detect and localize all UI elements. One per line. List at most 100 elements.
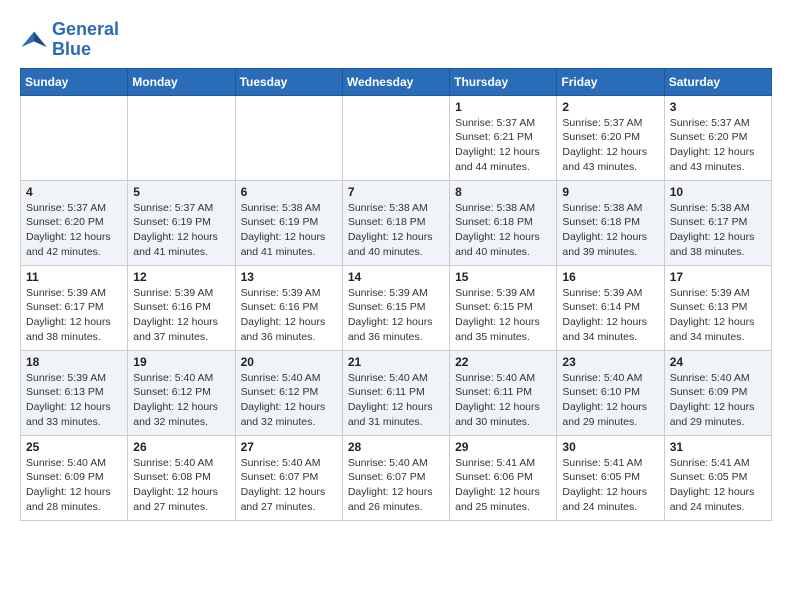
day-number: 16 bbox=[562, 270, 658, 284]
calendar-body: 1Sunrise: 5:37 AM Sunset: 6:21 PM Daylig… bbox=[21, 95, 772, 520]
day-number: 9 bbox=[562, 185, 658, 199]
day-number: 27 bbox=[241, 440, 337, 454]
calendar-cell: 15 Sunrise: 5:39 AM Sunset: 6:15 PM Dayli… bbox=[450, 265, 557, 350]
day-number: 24 bbox=[670, 355, 766, 369]
calendar-cell bbox=[235, 95, 342, 180]
day-info: Sunrise: 5:41 AM Sunset: 6:06 PM Dayligh… bbox=[455, 456, 551, 515]
day-info: Sunrise: 5:40 AM Sunset: 6:07 PM Dayligh… bbox=[241, 456, 337, 515]
calendar-cell: 31 Sunrise: 5:41 AM Sunset: 6:05 PM Dayli… bbox=[664, 435, 771, 520]
logo: GeneralBlue bbox=[20, 20, 119, 60]
calendar-cell: 30Sunrise: 5:41 AM Sunset: 6:05 PM Dayli… bbox=[557, 435, 664, 520]
calendar-header-row: SundayMondayTuesdayWednesdayThursdayFrid… bbox=[21, 68, 772, 95]
calendar-cell: 18 Sunrise: 5:39 AM Sunset: 6:13 PM Dayli… bbox=[21, 350, 128, 435]
day-info: Sunrise: 5:38 AM Sunset: 6:18 PM Dayligh… bbox=[348, 201, 444, 260]
day-number: 19 bbox=[133, 355, 229, 369]
day-info: Sunrise: 5:40 AM Sunset: 6:09 PM Dayligh… bbox=[670, 371, 766, 430]
day-number: 21 bbox=[348, 355, 444, 369]
day-info: Sunrise: 5:40 AM Sunset: 6:09 PM Dayligh… bbox=[26, 456, 122, 515]
logo-text: GeneralBlue bbox=[52, 20, 119, 60]
day-info: Sunrise: 5:40 AM Sunset: 6:11 PM Dayligh… bbox=[455, 371, 551, 430]
calendar-cell: 29 Sunrise: 5:41 AM Sunset: 6:06 PM Dayli… bbox=[450, 435, 557, 520]
calendar-cell: 3 Sunrise: 5:37 AM Sunset: 6:20 PM Daylig… bbox=[664, 95, 771, 180]
weekday-header-monday: Monday bbox=[128, 68, 235, 95]
day-info: Sunrise: 5:40 AM Sunset: 6:12 PM Dayligh… bbox=[241, 371, 337, 430]
day-info: Sunrise: 5:39 AM Sunset: 6:16 PM Dayligh… bbox=[133, 286, 229, 345]
day-number: 7 bbox=[348, 185, 444, 199]
day-number: 8 bbox=[455, 185, 551, 199]
calendar-cell: 22Sunrise: 5:40 AM Sunset: 6:11 PM Dayli… bbox=[450, 350, 557, 435]
calendar-cell bbox=[21, 95, 128, 180]
weekday-header-sunday: Sunday bbox=[21, 68, 128, 95]
day-number: 26 bbox=[133, 440, 229, 454]
day-info: Sunrise: 5:40 AM Sunset: 6:11 PM Dayligh… bbox=[348, 371, 444, 430]
day-number: 31 bbox=[670, 440, 766, 454]
calendar-cell: 26 Sunrise: 5:40 AM Sunset: 6:08 PM Dayli… bbox=[128, 435, 235, 520]
weekday-header-thursday: Thursday bbox=[450, 68, 557, 95]
day-info: Sunrise: 5:41 AM Sunset: 6:05 PM Dayligh… bbox=[562, 456, 658, 515]
calendar-cell: 6 Sunrise: 5:38 AM Sunset: 6:19 PM Daylig… bbox=[235, 180, 342, 265]
day-info: Sunrise: 5:37 AM Sunset: 6:20 PM Dayligh… bbox=[26, 201, 122, 260]
calendar-cell: 8Sunrise: 5:38 AM Sunset: 6:18 PM Daylig… bbox=[450, 180, 557, 265]
day-number: 13 bbox=[241, 270, 337, 284]
day-info: Sunrise: 5:39 AM Sunset: 6:13 PM Dayligh… bbox=[670, 286, 766, 345]
calendar-cell: 12 Sunrise: 5:39 AM Sunset: 6:16 PM Dayli… bbox=[128, 265, 235, 350]
day-info: Sunrise: 5:40 AM Sunset: 6:10 PM Dayligh… bbox=[562, 371, 658, 430]
calendar-cell: 7 Sunrise: 5:38 AM Sunset: 6:18 PM Daylig… bbox=[342, 180, 449, 265]
day-info: Sunrise: 5:39 AM Sunset: 6:17 PM Dayligh… bbox=[26, 286, 122, 345]
calendar-cell: 4 Sunrise: 5:37 AM Sunset: 6:20 PM Daylig… bbox=[21, 180, 128, 265]
weekday-header-friday: Friday bbox=[557, 68, 664, 95]
day-number: 4 bbox=[26, 185, 122, 199]
day-number: 2 bbox=[562, 100, 658, 114]
calendar-week-row: 1Sunrise: 5:37 AM Sunset: 6:21 PM Daylig… bbox=[21, 95, 772, 180]
day-number: 11 bbox=[26, 270, 122, 284]
calendar-cell: 2 Sunrise: 5:37 AM Sunset: 6:20 PM Daylig… bbox=[557, 95, 664, 180]
day-info: Sunrise: 5:38 AM Sunset: 6:18 PM Dayligh… bbox=[562, 201, 658, 260]
calendar-cell: 5 Sunrise: 5:37 AM Sunset: 6:19 PM Daylig… bbox=[128, 180, 235, 265]
day-number: 1 bbox=[455, 100, 551, 114]
calendar-cell: 21 Sunrise: 5:40 AM Sunset: 6:11 PM Dayli… bbox=[342, 350, 449, 435]
calendar-cell: 24 Sunrise: 5:40 AM Sunset: 6:09 PM Dayli… bbox=[664, 350, 771, 435]
day-number: 17 bbox=[670, 270, 766, 284]
day-info: Sunrise: 5:39 AM Sunset: 6:15 PM Dayligh… bbox=[455, 286, 551, 345]
logo-icon bbox=[20, 26, 48, 54]
weekday-header-wednesday: Wednesday bbox=[342, 68, 449, 95]
day-number: 10 bbox=[670, 185, 766, 199]
day-number: 6 bbox=[241, 185, 337, 199]
day-info: Sunrise: 5:41 AM Sunset: 6:05 PM Dayligh… bbox=[670, 456, 766, 515]
day-number: 12 bbox=[133, 270, 229, 284]
day-number: 18 bbox=[26, 355, 122, 369]
day-number: 20 bbox=[241, 355, 337, 369]
page-header: GeneralBlue bbox=[20, 20, 772, 60]
calendar-cell: 1Sunrise: 5:37 AM Sunset: 6:21 PM Daylig… bbox=[450, 95, 557, 180]
calendar-cell bbox=[128, 95, 235, 180]
calendar-week-row: 4 Sunrise: 5:37 AM Sunset: 6:20 PM Daylig… bbox=[21, 180, 772, 265]
day-number: 28 bbox=[348, 440, 444, 454]
day-number: 14 bbox=[348, 270, 444, 284]
calendar-cell: 11 Sunrise: 5:39 AM Sunset: 6:17 PM Dayli… bbox=[21, 265, 128, 350]
day-number: 5 bbox=[133, 185, 229, 199]
day-number: 15 bbox=[455, 270, 551, 284]
calendar-cell: 23Sunrise: 5:40 AM Sunset: 6:10 PM Dayli… bbox=[557, 350, 664, 435]
weekday-header-saturday: Saturday bbox=[664, 68, 771, 95]
calendar-cell: 13 Sunrise: 5:39 AM Sunset: 6:16 PM Dayli… bbox=[235, 265, 342, 350]
calendar-table: SundayMondayTuesdayWednesdayThursdayFrid… bbox=[20, 68, 772, 521]
day-info: Sunrise: 5:40 AM Sunset: 6:08 PM Dayligh… bbox=[133, 456, 229, 515]
day-number: 3 bbox=[670, 100, 766, 114]
calendar-cell bbox=[342, 95, 449, 180]
weekday-header-tuesday: Tuesday bbox=[235, 68, 342, 95]
calendar-cell: 27 Sunrise: 5:40 AM Sunset: 6:07 PM Dayli… bbox=[235, 435, 342, 520]
calendar-cell: 9 Sunrise: 5:38 AM Sunset: 6:18 PM Daylig… bbox=[557, 180, 664, 265]
day-number: 29 bbox=[455, 440, 551, 454]
calendar-cell: 19Sunrise: 5:40 AM Sunset: 6:12 PM Dayli… bbox=[128, 350, 235, 435]
day-info: Sunrise: 5:39 AM Sunset: 6:16 PM Dayligh… bbox=[241, 286, 337, 345]
day-info: Sunrise: 5:39 AM Sunset: 6:13 PM Dayligh… bbox=[26, 371, 122, 430]
calendar-cell: 10Sunrise: 5:38 AM Sunset: 6:17 PM Dayli… bbox=[664, 180, 771, 265]
day-info: Sunrise: 5:37 AM Sunset: 6:20 PM Dayligh… bbox=[562, 116, 658, 175]
day-info: Sunrise: 5:37 AM Sunset: 6:20 PM Dayligh… bbox=[670, 116, 766, 175]
day-info: Sunrise: 5:38 AM Sunset: 6:19 PM Dayligh… bbox=[241, 201, 337, 260]
calendar-week-row: 18 Sunrise: 5:39 AM Sunset: 6:13 PM Dayli… bbox=[21, 350, 772, 435]
calendar-cell: 25Sunrise: 5:40 AM Sunset: 6:09 PM Dayli… bbox=[21, 435, 128, 520]
calendar-cell: 20 Sunrise: 5:40 AM Sunset: 6:12 PM Dayli… bbox=[235, 350, 342, 435]
calendar-cell: 16Sunrise: 5:39 AM Sunset: 6:14 PM Dayli… bbox=[557, 265, 664, 350]
day-info: Sunrise: 5:37 AM Sunset: 6:19 PM Dayligh… bbox=[133, 201, 229, 260]
